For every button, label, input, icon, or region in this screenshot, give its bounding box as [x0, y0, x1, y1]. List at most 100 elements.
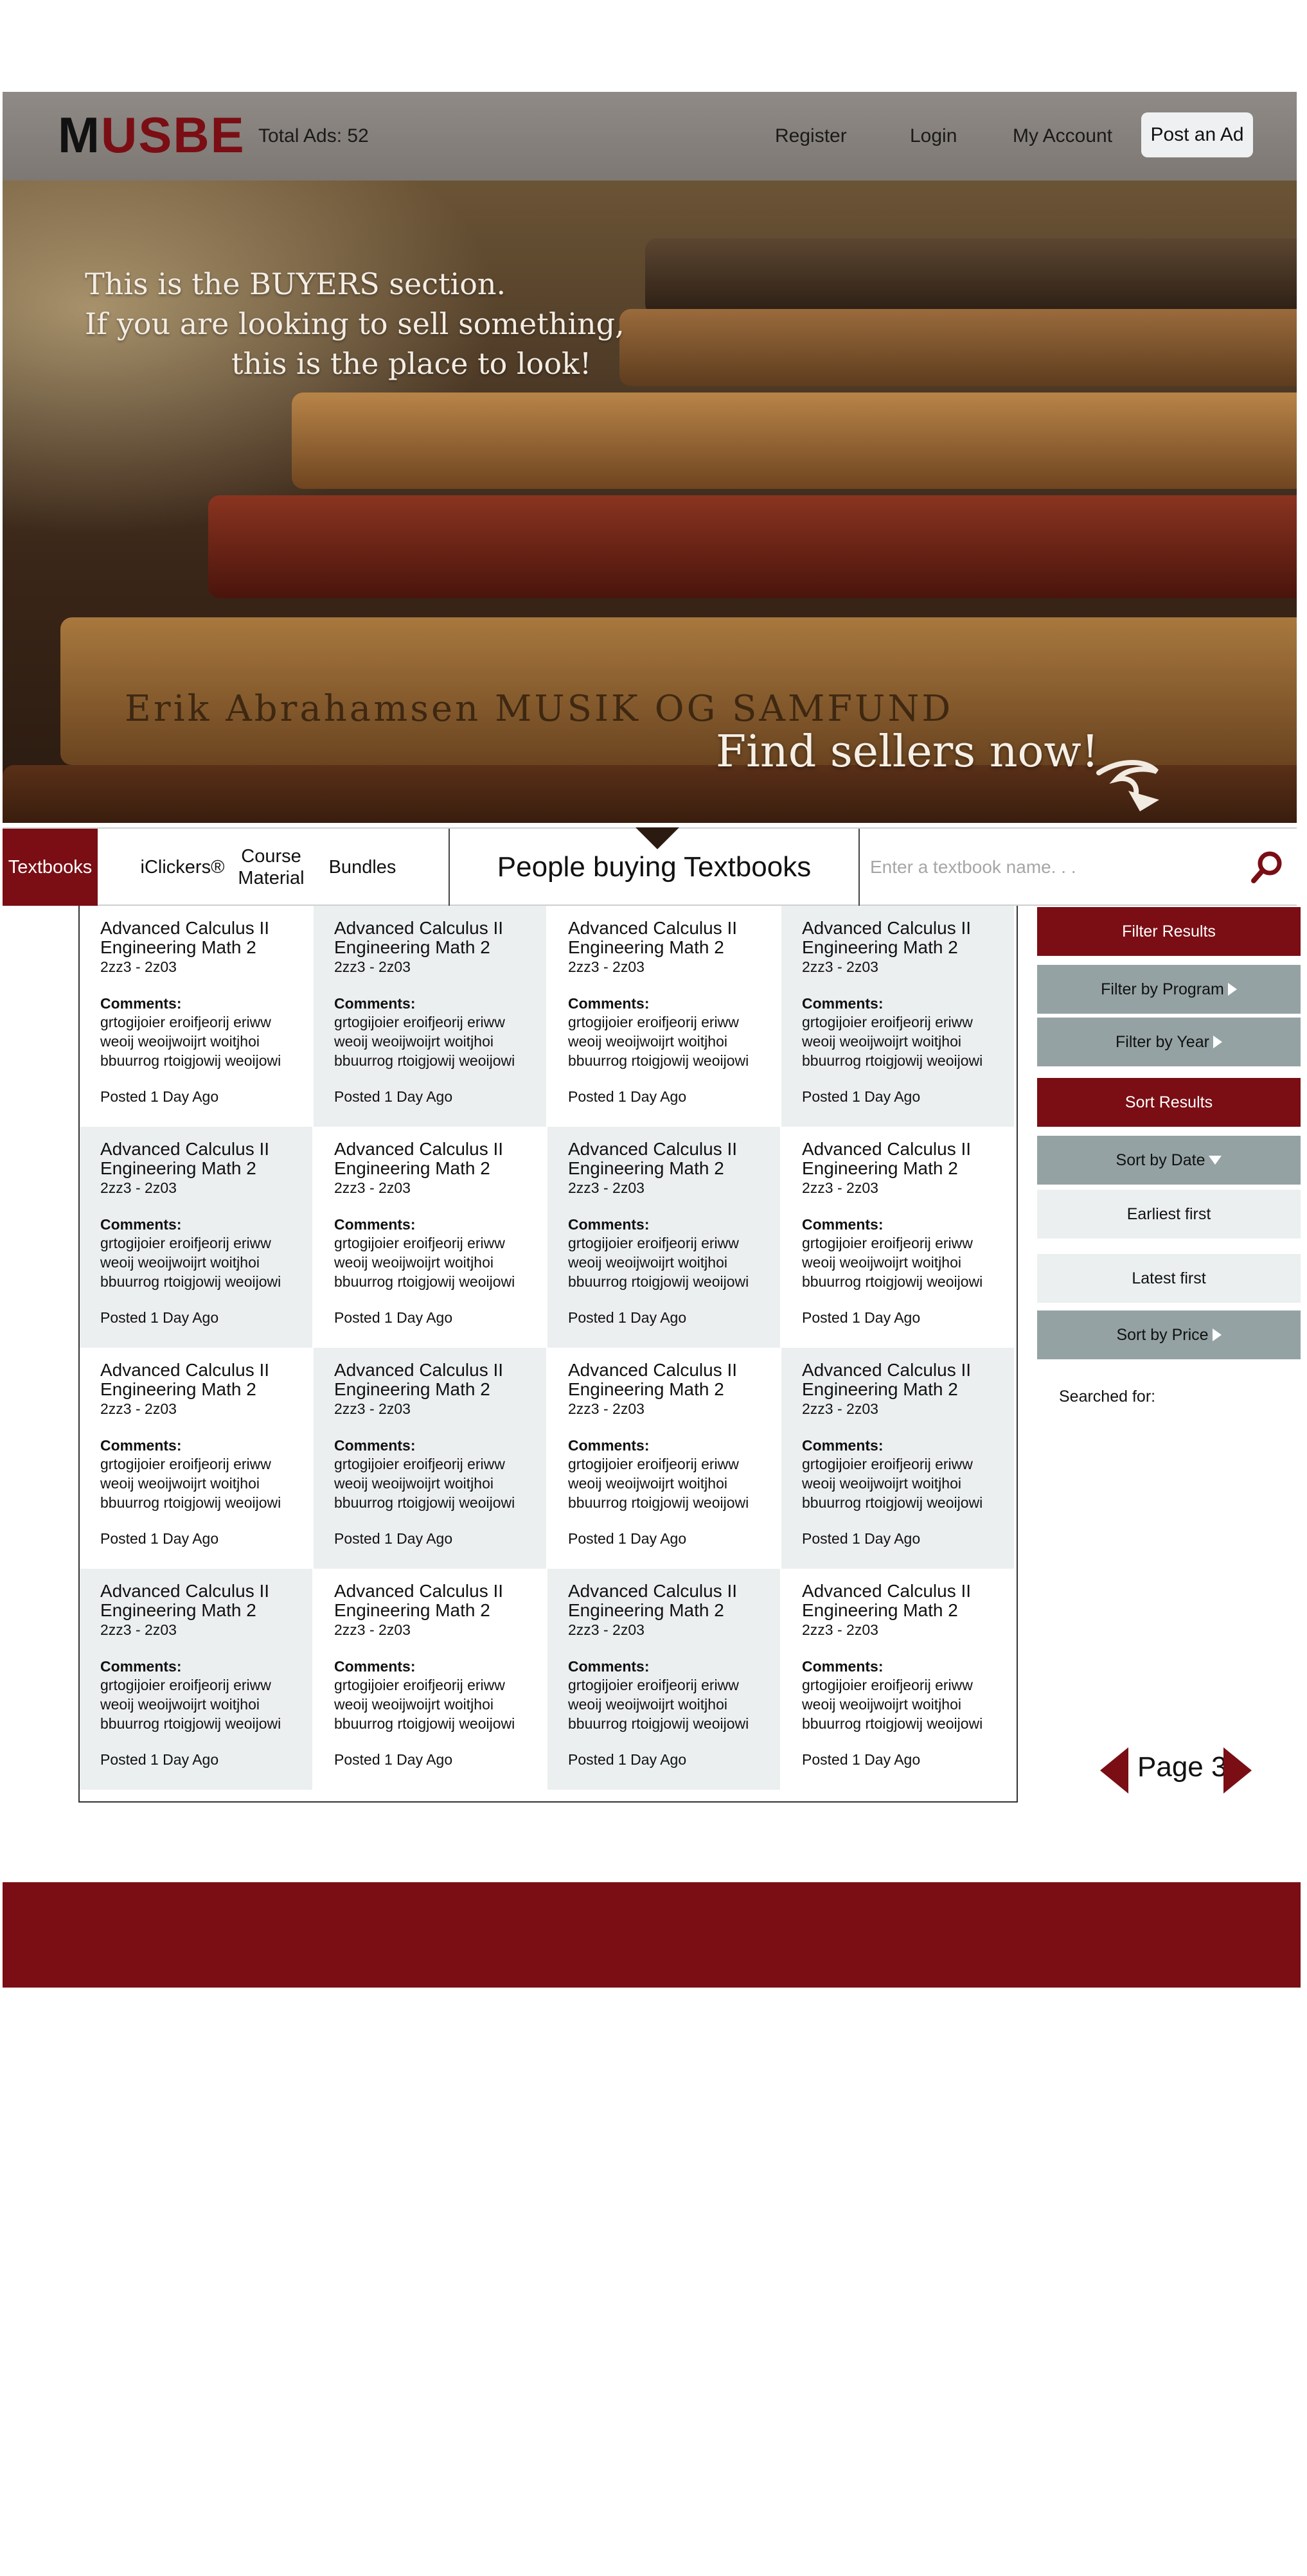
caret-right-icon [1212, 1328, 1222, 1341]
comment-line: weoij weoijwoijrt woitjhoi [100, 1696, 260, 1713]
my-account-link[interactable]: My Account [1013, 125, 1112, 147]
comment-line: weoij weoijwoijrt woitjhoi [334, 1475, 493, 1492]
listing-subtitle: Engineering Math 2 [568, 1158, 724, 1178]
post-ad-button[interactable]: Post an Ad [1141, 112, 1253, 157]
sort-by-date-button[interactable]: Sort by Date [1037, 1136, 1301, 1185]
tab-course-material[interactable]: Course Material [226, 829, 316, 906]
comment-line: bbuurrog rtoigjowij weoijowi [334, 1273, 515, 1290]
listing-card[interactable]: Advanced Calculus II Engineering Math 2 … [781, 1569, 1014, 1790]
sort-latest-first-option[interactable]: Latest first [1037, 1254, 1301, 1303]
site-logo[interactable]: MUSBE [58, 110, 245, 160]
find-sellers-cta[interactable]: Find sellers now! [716, 727, 1099, 777]
listing-course-code: 2zz3 - 2z03 [100, 1621, 177, 1638]
comment-line: bbuurrog rtoigjowij weoijowi [334, 1494, 515, 1511]
listing-card[interactable]: Advanced Calculus II Engineering Math 2 … [314, 1348, 546, 1569]
listing-title: Advanced Calculus II [802, 1581, 972, 1601]
listing-card[interactable]: Advanced Calculus II Engineering Math 2 … [80, 1569, 312, 1790]
latest-first-label: Latest first [1132, 1269, 1206, 1287]
listing-course-code: 2zz3 - 2z03 [802, 958, 878, 975]
comment-line: weoij weoijwoijrt woitjhoi [802, 1254, 961, 1271]
comment-line: weoij weoijwoijrt woitjhoi [802, 1033, 961, 1050]
chevron-left-icon[interactable] [1100, 1747, 1128, 1794]
listing-card[interactable]: Advanced Calculus II Engineering Math 2 … [314, 1127, 546, 1348]
listing-title: Advanced Calculus II [568, 918, 738, 938]
listing-card[interactable]: Advanced Calculus II Engineering Math 2 … [80, 906, 312, 1127]
listing-course-code: 2zz3 - 2z03 [334, 1179, 411, 1196]
listing-subtitle: Engineering Math 2 [802, 1158, 958, 1178]
posted-date: Posted 1 Day Ago [802, 1751, 921, 1768]
comments-label: Comments: [802, 995, 884, 1012]
comment-line: grtogijoier eroifjeorij eriww [802, 1235, 973, 1251]
filter-by-program-button[interactable]: Filter by Program [1037, 965, 1301, 1014]
comment-line: bbuurrog rtoigjowij weoijowi [100, 1715, 281, 1732]
comment-line: grtogijoier eroifjeorij eriww [334, 1014, 505, 1030]
sort-results-label: Sort Results [1125, 1093, 1213, 1111]
listing-subtitle: Engineering Math 2 [802, 1379, 958, 1399]
listing-title: Advanced Calculus II [100, 1581, 270, 1601]
comments-label: Comments: [334, 1216, 416, 1233]
listing-subtitle: Engineering Math 2 [334, 937, 490, 957]
listing-subtitle: Engineering Math 2 [100, 1158, 256, 1178]
posted-date: Posted 1 Day Ago [100, 1088, 219, 1105]
comments-label: Comments: [100, 1658, 182, 1675]
posted-date: Posted 1 Day Ago [100, 1751, 219, 1768]
tab-textbooks[interactable]: Textbooks [3, 829, 98, 906]
searched-for-label: Searched for: [1059, 1388, 1156, 1406]
sort-by-price-button[interactable]: Sort by Price [1037, 1310, 1301, 1359]
chevron-right-icon[interactable] [1223, 1747, 1252, 1794]
posted-date: Posted 1 Day Ago [334, 1530, 453, 1547]
listing-title: Advanced Calculus II [334, 1360, 504, 1380]
listing-course-code: 2zz3 - 2z03 [568, 1179, 645, 1196]
comment-line: bbuurrog rtoigjowij weoijowi [568, 1052, 749, 1069]
listing-card[interactable]: Advanced Calculus II Engineering Math 2 … [547, 1569, 780, 1790]
textbook-search-input[interactable] [870, 843, 1230, 892]
comment-line: bbuurrog rtoigjowij weoijowi [802, 1494, 983, 1511]
listing-subtitle: Engineering Math 2 [802, 1600, 958, 1620]
listing-title: Advanced Calculus II [802, 918, 972, 938]
posted-date: Posted 1 Day Ago [802, 1530, 921, 1547]
listing-card[interactable]: Advanced Calculus II Engineering Math 2 … [781, 1127, 1014, 1348]
listing-card[interactable]: Advanced Calculus II Engineering Math 2 … [547, 1127, 780, 1348]
login-link[interactable]: Login [910, 125, 957, 147]
filter-by-year-button[interactable]: Filter by Year [1037, 1018, 1301, 1066]
register-link[interactable]: Register [775, 125, 847, 147]
comments-label: Comments: [802, 1658, 884, 1675]
site-footer [3, 1882, 1301, 1988]
comment-line: weoij weoijwoijrt woitjhoi [802, 1475, 961, 1492]
listing-card[interactable]: Advanced Calculus II Engineering Math 2 … [547, 1348, 780, 1569]
listing-card[interactable]: Advanced Calculus II Engineering Math 2 … [781, 906, 1014, 1127]
listing-card[interactable]: Advanced Calculus II Engineering Math 2 … [314, 1569, 546, 1790]
comment-line: grtogijoier eroifjeorij eriww [100, 1014, 271, 1030]
search-icon[interactable] [1249, 849, 1285, 885]
earliest-first-label: Earliest first [1126, 1204, 1211, 1223]
listing-card[interactable]: Advanced Calculus II Engineering Math 2 … [314, 906, 546, 1127]
site-header: MUSBE Total Ads: 52 Register Login My Ac… [3, 92, 1297, 181]
listing-subtitle: Engineering Math 2 [334, 1158, 490, 1178]
comment-line: weoij weoijwoijrt woitjhoi [568, 1475, 727, 1492]
listing-card[interactable]: Advanced Calculus II Engineering Math 2 … [80, 1348, 312, 1569]
tab-bundles[interactable]: Bundles [324, 829, 401, 906]
comment-line: grtogijoier eroifjeorij eriww [334, 1235, 505, 1251]
listing-title: Advanced Calculus II [568, 1360, 738, 1380]
posted-date: Posted 1 Day Ago [334, 1309, 453, 1326]
listing-card[interactable]: Advanced Calculus II Engineering Math 2 … [80, 1127, 312, 1348]
listing-course-code: 2zz3 - 2z03 [100, 1400, 177, 1417]
sort-earliest-first-option[interactable]: Earliest first [1037, 1190, 1301, 1239]
swoosh-arrow-icon [1096, 760, 1159, 811]
comment-line: bbuurrog rtoigjowij weoijowi [802, 1273, 983, 1290]
comment-line: bbuurrog rtoigjowij weoijowi [568, 1715, 749, 1732]
listing-card[interactable]: Advanced Calculus II Engineering Math 2 … [781, 1348, 1014, 1569]
posted-date: Posted 1 Day Ago [100, 1530, 219, 1547]
comment-line: weoij weoijwoijrt woitjhoi [334, 1033, 493, 1050]
listing-title: Advanced Calculus II [100, 1360, 270, 1380]
tab-iclickers[interactable]: iClickers® [125, 829, 240, 906]
section-pointer [636, 827, 679, 849]
sort-results-button[interactable]: Sort Results [1037, 1078, 1301, 1127]
filter-results-button[interactable]: Filter Results [1037, 907, 1301, 956]
comment-line: bbuurrog rtoigjowij weoijowi [334, 1715, 515, 1732]
listing-course-code: 2zz3 - 2z03 [334, 1400, 411, 1417]
hero-banner: Erik Abrahamsen MUSIK OG SAMFUND This is… [3, 181, 1297, 823]
listing-card[interactable]: Advanced Calculus II Engineering Math 2 … [547, 906, 780, 1127]
comment-line: grtogijoier eroifjeorij eriww [802, 1014, 973, 1030]
comment-line: weoij weoijwoijrt woitjhoi [802, 1696, 961, 1713]
